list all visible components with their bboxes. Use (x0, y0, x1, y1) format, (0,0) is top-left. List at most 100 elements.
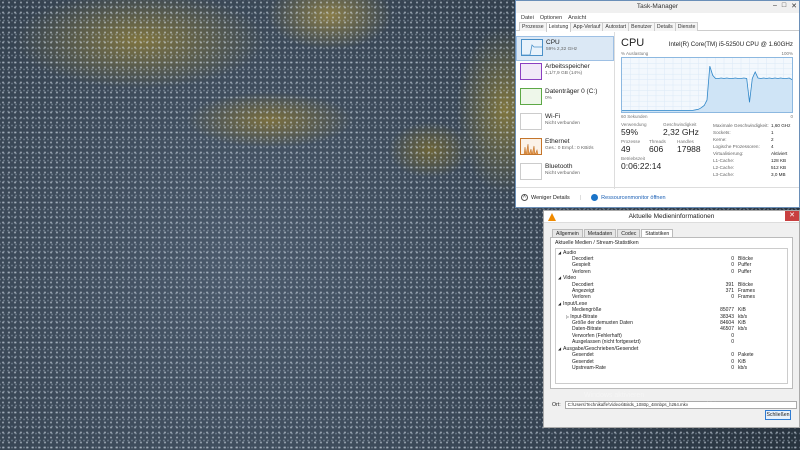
fewer-details-button[interactable]: ˄ Weniger Details (521, 194, 570, 201)
graph-time-label: 60 Sekunden (621, 114, 648, 119)
media-info-window: Aktuelle Medieninformationen ✕ Allgemein… (543, 210, 800, 428)
row-name: Gesendet (572, 352, 594, 359)
row-name: Decodiert (572, 256, 594, 262)
detail-key: Virtualisierung: (713, 151, 744, 156)
sidebar-item-bluetooth[interactable]: Bluetooth Nicht verbunden (516, 161, 614, 186)
row-name: Größe der demuxten Daten (572, 320, 633, 327)
row-name: Gesendet (572, 358, 594, 365)
detail-value: 512 KB (771, 165, 787, 170)
tab-details[interactable]: Details (653, 22, 676, 31)
tab-leistung[interactable]: Leistung (545, 22, 572, 32)
sidebar-item-label: Bluetooth (545, 163, 573, 170)
detail-key: Maximale Geschwindigkeit: (713, 123, 769, 128)
row-value: 0 (731, 364, 734, 371)
menu-datei[interactable]: Datei (521, 15, 534, 21)
tab-statistiken[interactable]: Statistiken (641, 229, 674, 237)
close-dialog-button[interactable]: Schließen (765, 410, 791, 420)
bluetooth-thumbnail-graph (520, 163, 542, 180)
location-label: Ort: (552, 402, 561, 408)
cpu-details-list: Maximale Geschwindigkeit: 1,60 GHz Socket… (709, 122, 793, 178)
row-unit: Frames (738, 294, 755, 301)
task-manager-titlebar[interactable]: Task-Manager – □ ✕ (516, 1, 799, 13)
sidebar-item-label: Datenträger 0 (C:) (545, 88, 598, 95)
sidebar-item-cpu[interactable]: CPU 59% 2,32 GHz (516, 36, 614, 61)
row-name: Verloren (572, 294, 591, 301)
minimize-button[interactable]: – (773, 2, 777, 10)
row-value: 0 (731, 339, 734, 346)
stat-value-threads: 606 (649, 144, 664, 154)
detail-value: Aktiviert (771, 151, 788, 156)
row-unit: kb/s (738, 364, 748, 371)
cpu-detail-panel: CPU Intel(R) Core(TM) i5-5250U CPU @ 1.6… (615, 32, 799, 189)
task-manager-window: Task-Manager – □ ✕ Datei Optionen Ansich… (515, 0, 800, 208)
tab-benutzer[interactable]: Benutzer (628, 22, 655, 31)
close-button[interactable]: ✕ (785, 211, 799, 221)
tree-group-label: Input/Lese (563, 300, 588, 307)
statistics-tree[interactable]: ◢ Audio Decodiert 0 Blöcke Gespielt 0 Puffer Ver… (555, 247, 788, 384)
stat-value-geschwindigkeit: 2,32 GHz (663, 127, 699, 137)
tree-row[interactable]: Verloren 0 Puffer (558, 269, 785, 275)
memory-thumbnail-graph (520, 63, 542, 80)
row-name: Input-Bitrate (570, 313, 598, 320)
tab-codec[interactable]: Codec (617, 229, 641, 237)
graph-label-max: 100% (781, 51, 793, 56)
performance-sidebar: CPU 59% 2,32 GHz Arbeitsspeicher 1,1/7,9… (516, 32, 615, 189)
detail-key: L3-Cache: (713, 172, 735, 177)
cpu-thumbnail-graph (521, 39, 543, 56)
sidebar-item-label: CPU (546, 39, 560, 46)
tab-autostart[interactable]: Autostart (602, 22, 630, 31)
graph-label-utilization: % Auslastung (621, 51, 649, 56)
tree-row[interactable]: Verloren 0 Frames (558, 294, 785, 300)
media-info-tabs: Allgemein Metadaten Codec Statistiken (544, 223, 799, 237)
sidebar-item-sub: Nicht verbunden (545, 171, 580, 176)
sidebar-item-label: Arbeitsspeicher (545, 63, 590, 70)
tab-app-verlauf[interactable]: App-Verlauf (570, 22, 604, 31)
ethernet-thumbnail-graph (520, 138, 542, 155)
detail-value: 3,0 MB (771, 172, 786, 177)
tab-bar: Prozesse Leistung App-Verlauf Autostart … (516, 22, 799, 32)
cpu-model: Intel(R) Core(TM) i5-5250U CPU @ 1.60GHz (668, 41, 793, 48)
menu-optionen[interactable]: Optionen (540, 15, 562, 21)
detail-key: L1-Cache: (713, 158, 735, 163)
row-unit: Puffer (738, 268, 752, 275)
activation-watermark-sub: Wechseln Sie zu "PC-Einstellungen", um W… (584, 401, 727, 407)
statistics-panel: Aktuelle Medien / Stream-Statistiken ◢ Au… (550, 237, 793, 389)
tab-dienste[interactable]: Dienste (674, 22, 699, 31)
detail-value: 4 (771, 144, 774, 149)
detail-value: 2 (771, 137, 774, 142)
sidebar-item-sub: Nicht verbunden (545, 121, 580, 126)
sidebar-item-sub: Ges.: 0 Empf.: 0 KBit/s (545, 146, 594, 151)
menu-bar: Datei Optionen Ansicht (516, 13, 799, 22)
row-name: Gespielt (572, 262, 591, 269)
tree-group-label: Ausgabe/Geschrieben/Gesendet (563, 345, 639, 352)
row-name: Decodiert (572, 281, 594, 288)
tab-prozesse[interactable]: Prozesse (519, 22, 547, 31)
row-name: Upstream-Rate (572, 364, 606, 371)
task-manager-footer: ˄ Weniger Details | Ressourcenmonitor öf… (516, 187, 799, 207)
tab-allgemein[interactable]: Allgemein (552, 229, 583, 237)
row-name: Verworfen (Fehlerhaft) (572, 332, 622, 339)
sidebar-item-datentraeger[interactable]: Datenträger 0 (C:) 0% (516, 86, 614, 111)
row-unit (736, 339, 738, 345)
detail-value: 128 KB (771, 158, 787, 163)
cpu-title: CPU (621, 37, 645, 49)
resource-monitor-label: Ressourcenmonitor öffnen (601, 194, 666, 201)
close-button[interactable]: ✕ (791, 2, 797, 10)
stat-value-betriebszeit: 0:06:22:14 (621, 161, 662, 171)
sidebar-item-sub: 59% 2,32 GHz (546, 47, 578, 52)
row-name: Daten-Bitrate (572, 326, 602, 333)
tab-metadaten[interactable]: Metadaten (583, 229, 617, 237)
maximize-button[interactable]: □ (782, 2, 786, 10)
menu-ansicht[interactable]: Ansicht (568, 15, 586, 21)
sidebar-item-ethernet[interactable]: Ethernet Ges.: 0 Empf.: 0 KBit/s (516, 136, 614, 161)
statistics-section-title: Aktuelle Medien / Stream-Statistiken (555, 240, 639, 246)
resource-monitor-link[interactable]: Ressourcenmonitor öffnen (591, 194, 666, 201)
sidebar-item-sub: 1,1/7,9 GB (14%) (545, 71, 583, 76)
detail-key: Sockets: (713, 130, 731, 135)
stat-value-verwendung: 59% (621, 127, 639, 137)
media-info-titlebar[interactable]: Aktuelle Medieninformationen ✕ (544, 211, 799, 223)
sidebar-item-arbeitsspeicher[interactable]: Arbeitsspeicher 1,1/7,9 GB (14%) (516, 61, 614, 86)
sidebar-item-sub: 0% (545, 96, 552, 101)
sidebar-item-wifi[interactable]: Wi-Fi Nicht verbunden (516, 111, 614, 136)
tree-row[interactable]: Upstream-Rate 0 kb/s (558, 365, 785, 371)
